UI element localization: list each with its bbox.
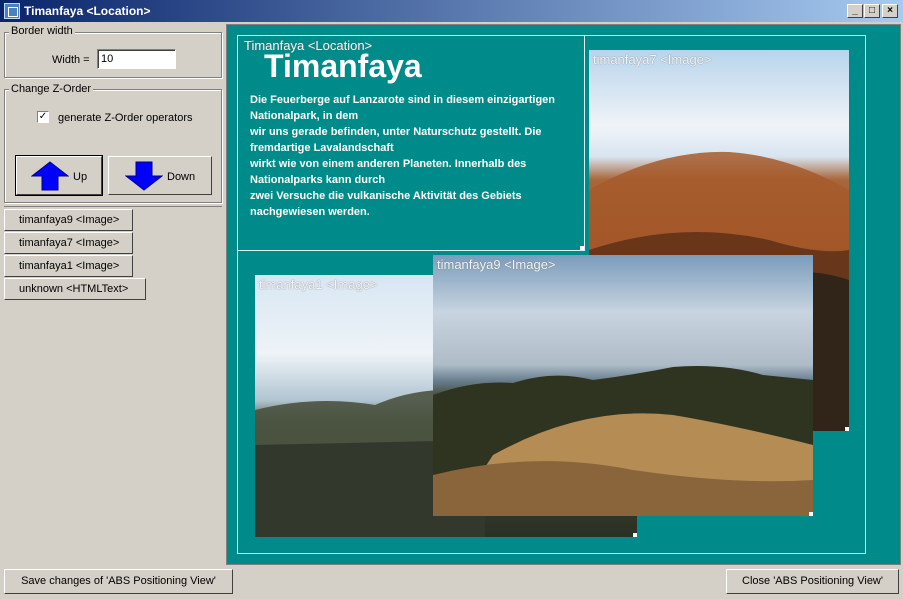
object-list: timanfaya9 <Image> timanfaya7 <Image> ti…: [4, 206, 222, 587]
resize-handle[interactable]: [845, 427, 849, 431]
resize-handle[interactable]: [633, 533, 637, 537]
app-icon: [4, 3, 20, 19]
window-titlebar[interactable]: Timanfaya <Location> _ □ ×: [0, 0, 903, 22]
generate-z-order-checkbox[interactable]: ✓: [37, 111, 49, 123]
arrow-up-icon: [31, 161, 69, 191]
up-button[interactable]: Up: [15, 155, 103, 196]
image-timanfaya9[interactable]: timanfaya9 <Image>: [433, 255, 813, 516]
close-button[interactable]: ×: [882, 4, 898, 18]
arrow-down-icon: [125, 161, 163, 191]
maximize-button[interactable]: □: [864, 4, 880, 18]
close-view-button[interactable]: Close 'ABS Positioning View': [726, 569, 899, 594]
save-changes-button[interactable]: Save changes of 'ABS Positioning View': [4, 569, 233, 594]
list-item[interactable]: timanfaya9 <Image>: [4, 209, 133, 231]
list-item[interactable]: timanfaya7 <Image>: [4, 232, 133, 254]
down-button[interactable]: Down: [108, 156, 212, 195]
volcano-photo-9: [433, 366, 813, 516]
image-timanfaya9-label: timanfaya9 <Image>: [437, 257, 556, 272]
up-button-label: Up: [73, 171, 88, 183]
width-label: Width =: [52, 54, 90, 66]
width-input[interactable]: [97, 49, 176, 69]
resize-handle[interactable]: [580, 246, 584, 250]
list-item[interactable]: timanfaya1 <Image>: [4, 255, 133, 277]
image-timanfaya1-label: timanfaya1 <Image>: [259, 277, 378, 292]
z-order-group-label: Change Z-Order: [9, 83, 94, 95]
list-item[interactable]: unknown <HTMLText>: [4, 278, 146, 300]
html-text-element[interactable]: Timanfaya <Location> Timanfaya Die Feuer…: [237, 35, 585, 251]
down-button-label: Down: [167, 171, 196, 183]
positioning-canvas[interactable]: timanfaya7 <Image> timanfaya1 <Image> Ti…: [226, 24, 901, 565]
minimize-button[interactable]: _: [847, 4, 863, 18]
window-title: Timanfaya <Location>: [24, 4, 151, 18]
html-text-title: Timanfaya: [264, 48, 422, 84]
html-text-body: Die Feuerberge auf Lanzarote sind in die…: [250, 94, 556, 218]
left-panel: Border width Width = Change Z-Order ✓ ge…: [0, 22, 225, 566]
resize-handle[interactable]: [809, 512, 813, 516]
generate-z-order-label: generate Z-Order operators: [58, 112, 193, 124]
image-timanfaya7-label: timanfaya7 <Image>: [593, 52, 712, 67]
border-width-group-label: Border width: [9, 25, 75, 37]
